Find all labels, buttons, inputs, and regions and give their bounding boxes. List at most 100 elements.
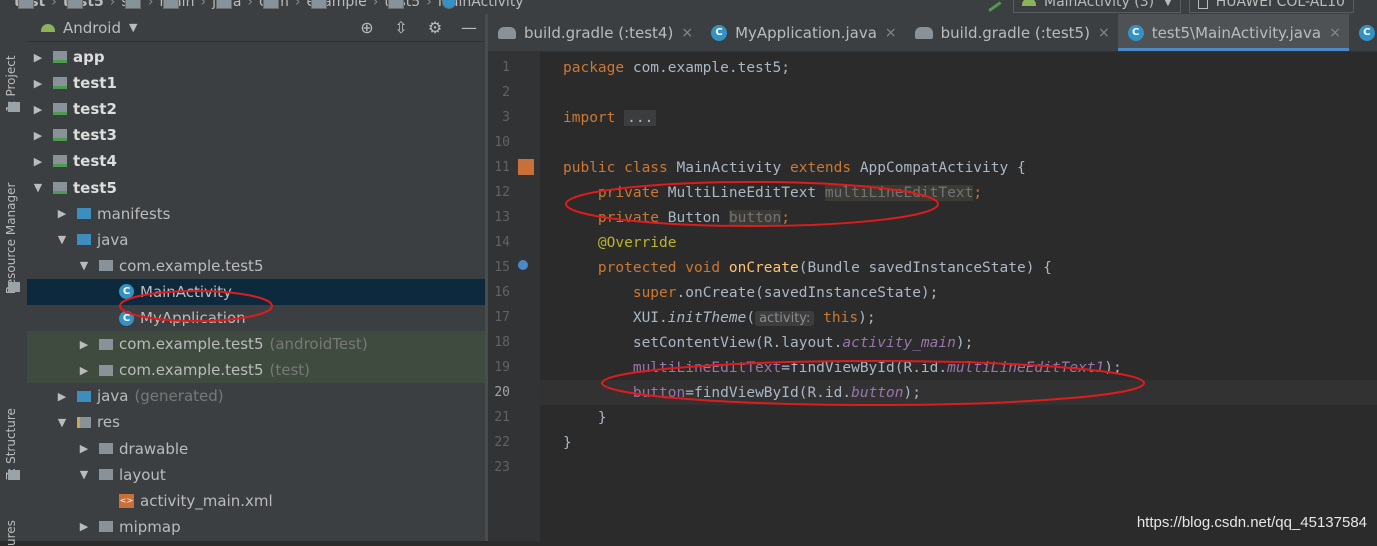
- tree-item[interactable]: C MyApplication: [27, 305, 485, 331]
- breadcrumb-item[interactable]: test5›: [384, 0, 437, 10]
- tree-item[interactable]: ▶ app: [27, 44, 485, 70]
- editor-tab[interactable]: C MyApplication.java ×: [701, 14, 905, 51]
- tree-item[interactable]: ▶ test2: [27, 96, 485, 122]
- chevron-down-icon[interactable]: ▼: [55, 416, 69, 429]
- breadcrumb-item[interactable]: MainActivity: [438, 0, 524, 10]
- line-number: 15: [494, 260, 510, 275]
- chevron-right-icon[interactable]: ▶: [77, 364, 91, 377]
- tree-item[interactable]: ▼ res: [27, 409, 485, 435]
- close-icon[interactable]: ×: [1329, 25, 1341, 41]
- crosshair-icon[interactable]: ⊕: [357, 18, 377, 37]
- run-config-selector[interactable]: MainActivity (3) ▼: [1013, 0, 1181, 13]
- tree-item[interactable]: ▶ mipmap: [27, 514, 485, 540]
- line-number: 14: [494, 235, 510, 250]
- project-panel-header: Android ▼ ⊕ ⇳ ⚙ —: [27, 14, 485, 42]
- tree-item[interactable]: ▶ drawable: [27, 436, 485, 462]
- editor-tab[interactable]: Ctest5\MainActivity.java ×: [1117, 14, 1349, 51]
- tree-item-label: MainActivity: [140, 282, 232, 301]
- breadcrumb-item[interactable]: src›: [121, 0, 159, 10]
- resource-manager-tool-button[interactable]: Resource Manager: [4, 154, 18, 294]
- tree-item[interactable]: ▶ java (generated): [27, 383, 485, 409]
- breadcrumb-separator: ›: [372, 0, 379, 10]
- tree-item-label: java: [97, 387, 129, 406]
- tree-item[interactable]: ▶ com.example.test5 (androidTest): [27, 331, 485, 358]
- device-selector[interactable]: HUAWEI COL-AL10: [1188, 0, 1354, 13]
- line-number: 18: [494, 335, 510, 350]
- chevron-right-icon[interactable]: ▶: [55, 207, 69, 220]
- breadcrumb-item[interactable]: test5›: [63, 0, 122, 10]
- line-number: 3: [502, 110, 510, 125]
- breadcrumb-item[interactable]: com›: [259, 0, 307, 10]
- tree-item[interactable]: <> activity_main.xml: [27, 488, 485, 514]
- chevron-right-icon[interactable]: ▶: [31, 103, 45, 116]
- breadcrumb-item[interactable]: example ›: [307, 0, 385, 10]
- chevron-down-icon[interactable]: ▼: [31, 181, 45, 194]
- chevron-right-icon[interactable]: ▶: [31, 51, 45, 64]
- captures-tool-button[interactable]: ures: [4, 516, 18, 546]
- tree-item-label: app: [73, 48, 105, 66]
- folder-icon: [125, 0, 142, 9]
- breadcrumb-separator: ›: [51, 0, 57, 10]
- breadcrumb-separator: ›: [147, 0, 154, 10]
- tree-item[interactable]: ▶ test1: [27, 70, 485, 96]
- chevron-right-icon[interactable]: ▶: [31, 77, 45, 90]
- hammer-icon[interactable]: [982, 0, 1002, 12]
- code-editor[interactable]: package com.example.test5; import ... pu…: [540, 52, 1377, 541]
- override-icon[interactable]: [518, 260, 528, 270]
- chevron-down-icon[interactable]: ▼: [77, 468, 91, 481]
- tree-item-label: MyApplication: [140, 309, 246, 327]
- breadcrumb-separator: ›: [109, 0, 116, 10]
- minimize-icon[interactable]: —: [459, 18, 479, 37]
- run-toolbar: MainActivity (3) ▼ HUAWEI COL-AL10: [982, 0, 1362, 13]
- breadcrumb-item[interactable]: main›: [159, 0, 212, 10]
- breadcrumb-separator: ›: [294, 0, 301, 10]
- gear-icon[interactable]: ⚙: [425, 18, 445, 37]
- layout-preview-icon[interactable]: [518, 159, 534, 175]
- tree-item-label: manifests: [97, 204, 171, 223]
- editor-tab[interactable]: Cte: [1349, 14, 1377, 51]
- tree-item-label: layout: [119, 465, 166, 484]
- tab-label: build.gradle (:test4): [524, 23, 674, 42]
- chevron-down-icon[interactable]: ▼: [55, 233, 69, 246]
- tree-item[interactable]: ▼ com.example.test5: [27, 253, 485, 279]
- tree-item[interactable]: ▶ test4: [27, 148, 485, 174]
- structure-tool-button[interactable]: Z: Structure: [4, 390, 18, 480]
- tree-item[interactable]: ▼ layout: [27, 462, 485, 488]
- breadcrumb-separator: ›: [247, 0, 254, 10]
- chevron-right-icon[interactable]: ▶: [31, 129, 45, 142]
- code-line-22: }: [563, 435, 572, 451]
- chevron-right-icon[interactable]: ▶: [77, 520, 91, 533]
- chevron-down-icon[interactable]: ▼: [129, 21, 137, 34]
- tree-item-label: mipmap: [119, 517, 181, 536]
- editor-gutter: 1 2 3 10 11 12 13 14 15 16 17 18 19 20 21 22 23: [488, 52, 562, 541]
- tree-item[interactable]: C MainActivity: [27, 278, 485, 305]
- project-tool-button[interactable]: 1: Project: [4, 32, 18, 112]
- chevron-right-icon[interactable]: ▶: [31, 155, 45, 168]
- breadcrumb-item[interactable]: java›: [212, 0, 259, 10]
- android-icon: [41, 23, 55, 32]
- gradle-icon: [914, 26, 933, 39]
- class-icon: C: [1358, 24, 1375, 41]
- project-toolbar: ⊕ ⇳ ⚙ —: [357, 14, 479, 41]
- tool-window-strip: 1: Project Resource Manager Z: Structure…: [0, 14, 28, 546]
- tree-item[interactable]: ▼ java: [27, 227, 485, 253]
- chevron-right-icon[interactable]: ▶: [77, 338, 91, 351]
- close-icon[interactable]: ×: [1098, 25, 1110, 41]
- view-mode-selector[interactable]: Android: [63, 19, 121, 37]
- chevron-down-icon[interactable]: ▼: [77, 259, 91, 272]
- chevron-right-icon[interactable]: ▶: [55, 390, 69, 403]
- package-icon: [99, 338, 113, 350]
- tree-item[interactable]: ▶ com.example.test5 (test): [27, 357, 485, 384]
- tree-item[interactable]: ▶ test3: [27, 122, 485, 148]
- editor-tab[interactable]: build.gradle (:test4) ×: [488, 14, 701, 51]
- tree-item[interactable]: ▼ test5: [27, 175, 485, 201]
- breadcrumb-item[interactable]: test›: [14, 0, 63, 10]
- collapse-all-icon[interactable]: ⇳: [391, 18, 411, 37]
- close-icon[interactable]: ×: [681, 25, 693, 41]
- chevron-right-icon[interactable]: ▶: [77, 442, 91, 455]
- tree-item[interactable]: ▶ manifests: [27, 201, 485, 227]
- tree-item-label: com.example.test5: [119, 335, 264, 354]
- editor-tab[interactable]: build.gradle (:test5) ×: [905, 14, 1118, 51]
- module-icon: [53, 51, 67, 63]
- close-icon[interactable]: ×: [885, 25, 897, 41]
